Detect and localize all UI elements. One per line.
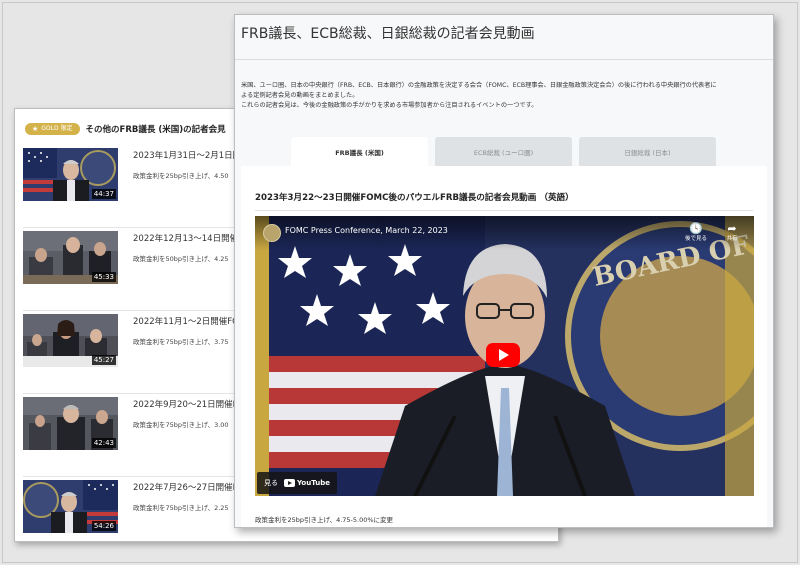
- conference-date[interactable]: 2023年1月31日〜2月1日開: [133, 149, 241, 161]
- video-thumbnail[interactable]: 45:33: [23, 231, 118, 284]
- clock-icon: 🕓: [689, 222, 703, 235]
- intro-line: よる定例記者会見の動画をまとめました。: [241, 92, 359, 99]
- heading-divider: [255, 210, 753, 211]
- conference-summary: 政策金利を50bp引き上げ、4.25: [133, 255, 229, 263]
- intro-text: 米国、ユーロ圏、日本の中央銀行（FRB、ECB、日本銀行）の金融政策を決定する会…: [241, 81, 767, 111]
- tab-frb[interactable]: FRB議長 (米国): [291, 137, 428, 167]
- channel-avatar[interactable]: [263, 224, 281, 242]
- conference-date[interactable]: 2022年11月1〜2日開催FO: [133, 315, 239, 327]
- watch-later-button[interactable]: 🕓 後で見る: [681, 222, 711, 243]
- central-bank-tabs: FRB議長 (米国) ECB総裁 (ユーロ圏) 日銀総裁 (日本): [291, 137, 716, 167]
- youtube-player[interactable]: BOARD OF GOVERNORS FOMC Press Conference…: [255, 216, 754, 496]
- watch-on-youtube-button[interactable]: 見る YouTube: [257, 472, 337, 494]
- conference-summary: 政策金利を75bp引き上げ、2.25: [133, 504, 229, 512]
- press-conference-page: FRB議長、ECB総裁、日銀総裁の記者会見動画 米国、ユーロ圏、日本の中央銀行（…: [234, 14, 774, 528]
- conference-summary: 政策金利を25bp引き上げ、4.50: [133, 172, 229, 180]
- intro-line: 米国、ユーロ圏、日本の中央銀行（FRB、ECB、日本銀行）の金融政策を決定する会…: [241, 82, 717, 89]
- tab-content: 2023年3月22〜23日開催FOMC後のパウエルFRB議長の記者会見動画 （英…: [241, 166, 767, 527]
- tab-ecb[interactable]: ECB総裁 (ユーロ圏): [435, 137, 572, 167]
- tab-boj[interactable]: 日銀総裁 (日本): [579, 137, 716, 167]
- intro-line: これらの記者会見は、今後の金融政策の手がかりを求める市場参加者から注目されるイベ…: [241, 102, 538, 109]
- play-button[interactable]: [486, 343, 520, 367]
- video-thumbnail[interactable]: 42:43: [23, 397, 118, 450]
- share-button[interactable]: ➦ 共有: [717, 222, 747, 243]
- video-caption: 政策金利を25bp引き上げ、4.75-5.00%に変更: [255, 516, 394, 524]
- share-icon: ➦: [727, 222, 737, 235]
- gold-badge-label: GOLD 限定: [41, 125, 73, 132]
- video-duration: 42:43: [91, 438, 116, 448]
- video-title[interactable]: FOMC Press Conference, March 22, 2023: [285, 226, 448, 235]
- watch-label: 見る: [264, 479, 278, 487]
- video-heading: 2023年3月22〜23日開催FOMC後のパウエルFRB議長の記者会見動画 （英…: [255, 193, 574, 203]
- conference-summary: 政策金利を75bp引き上げ、3.00: [133, 421, 229, 429]
- title-divider: [235, 59, 773, 60]
- gold-badge: ★ GOLD 限定: [25, 123, 80, 135]
- conference-date[interactable]: 2022年9月20〜21日開催F: [133, 398, 238, 410]
- other-conferences-header: ★ GOLD 限定 その他のFRB議長 (米国)の記者会見: [25, 121, 226, 137]
- video-thumbnail[interactable]: 44:37: [23, 148, 118, 201]
- video-duration: 54:26: [91, 521, 116, 531]
- video-duration: 45:27: [91, 355, 116, 365]
- share-label: 共有: [726, 236, 738, 242]
- video-thumbnail[interactable]: 45:27: [23, 314, 118, 367]
- conference-summary: 政策金利を75bp引き上げ、3.75: [133, 338, 229, 346]
- youtube-play-icon: [284, 479, 295, 487]
- play-icon: [499, 349, 509, 361]
- youtube-wordmark: YouTube: [297, 479, 330, 487]
- watch-later-label: 後で見る: [684, 236, 707, 242]
- other-conferences-title: その他のFRB議長 (米国)の記者会見: [85, 125, 226, 135]
- star-icon: ★: [32, 125, 39, 133]
- video-thumbnail[interactable]: 54:26: [23, 480, 118, 533]
- youtube-logo: YouTube: [284, 479, 330, 487]
- page-title: FRB議長、ECB総裁、日銀総裁の記者会見動画: [241, 26, 535, 42]
- conference-date[interactable]: 2022年7月26〜27日開催F: [133, 481, 238, 493]
- conference-date[interactable]: 2022年12月13〜14日開催: [133, 232, 238, 244]
- video-duration: 45:33: [91, 272, 116, 282]
- video-duration: 44:37: [91, 189, 116, 199]
